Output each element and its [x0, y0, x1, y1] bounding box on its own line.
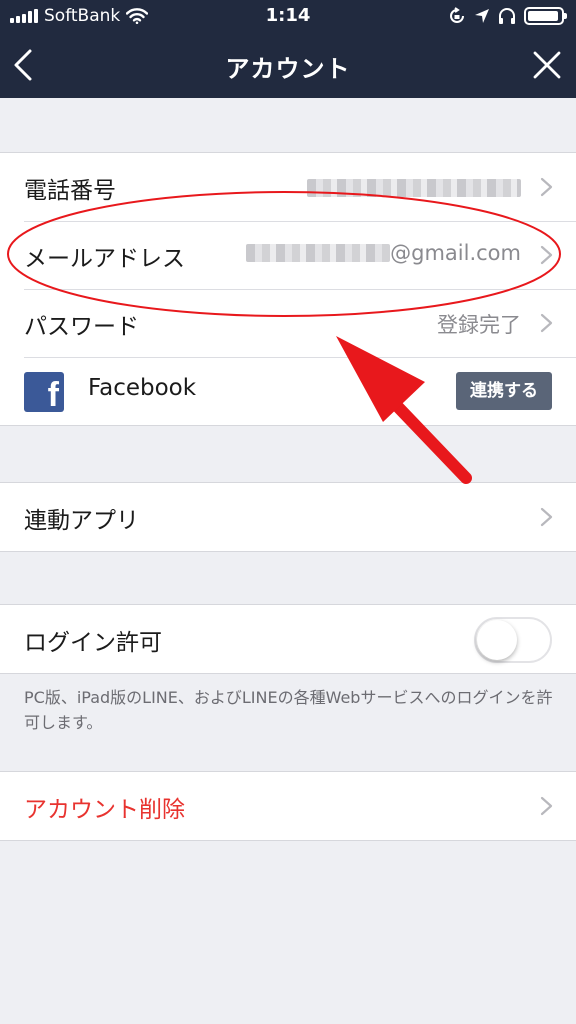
linked-apps-label: 連動アプリ: [24, 508, 139, 534]
location-icon: [475, 9, 489, 23]
email-domain: @gmail.com: [390, 241, 521, 265]
chevron-right-icon: [540, 245, 553, 265]
toggle-knob: [477, 620, 517, 660]
delete-account-label: アカウント削除: [24, 797, 185, 823]
account-section: 電話番号 メールアドレス @gmail.com パスワード 登録完了 f Fac…: [0, 152, 576, 426]
navigation-bar: アカウント: [0, 32, 576, 98]
email-row[interactable]: メールアドレス @gmail.com: [0, 221, 576, 289]
phone-row[interactable]: 電話番号: [0, 153, 576, 221]
login-permission-section: ログイン許可: [0, 604, 576, 674]
facebook-row: f Facebook 連携する: [0, 357, 576, 425]
facebook-icon: f: [24, 372, 64, 412]
headphones-icon: [499, 8, 515, 24]
delete-account-row[interactable]: アカウント削除: [0, 772, 576, 840]
chevron-right-icon: [540, 177, 553, 197]
login-permission-note: PC版、iPad版のLINE、およびLINEの各種Webサービスへのログインを許…: [24, 688, 553, 732]
chevron-right-icon: [540, 313, 553, 333]
chevron-right-icon: [540, 507, 553, 527]
email-value: @gmail.com: [246, 241, 521, 265]
battery-icon: [524, 7, 567, 25]
chevron-right-icon: [540, 796, 553, 816]
facebook-label: Facebook: [88, 375, 197, 401]
delete-account-section: アカウント削除: [0, 771, 576, 841]
email-redacted: [246, 244, 391, 262]
login-permission-row: ログイン許可: [0, 605, 576, 673]
password-label: パスワード: [24, 314, 139, 340]
login-permission-toggle[interactable]: [474, 617, 552, 663]
status-bar: SoftBank 1:14: [0, 0, 576, 32]
password-row[interactable]: パスワード 登録完了: [0, 289, 576, 357]
email-label: メールアドレス: [24, 246, 185, 272]
linked-apps-row[interactable]: 連動アプリ: [0, 483, 576, 551]
page-title: アカウント: [225, 55, 351, 83]
phone-label: 電話番号: [24, 178, 116, 204]
phone-value-redacted: [307, 176, 521, 200]
login-permission-label: ログイン許可: [24, 630, 162, 656]
rotation-lock-icon: [450, 7, 464, 23]
facebook-link-button[interactable]: 連携する: [456, 372, 552, 410]
close-icon[interactable]: [530, 48, 564, 82]
status-right: [448, 7, 567, 25]
password-value: 登録完了: [437, 313, 521, 337]
linked-apps-section: 連動アプリ: [0, 482, 576, 552]
